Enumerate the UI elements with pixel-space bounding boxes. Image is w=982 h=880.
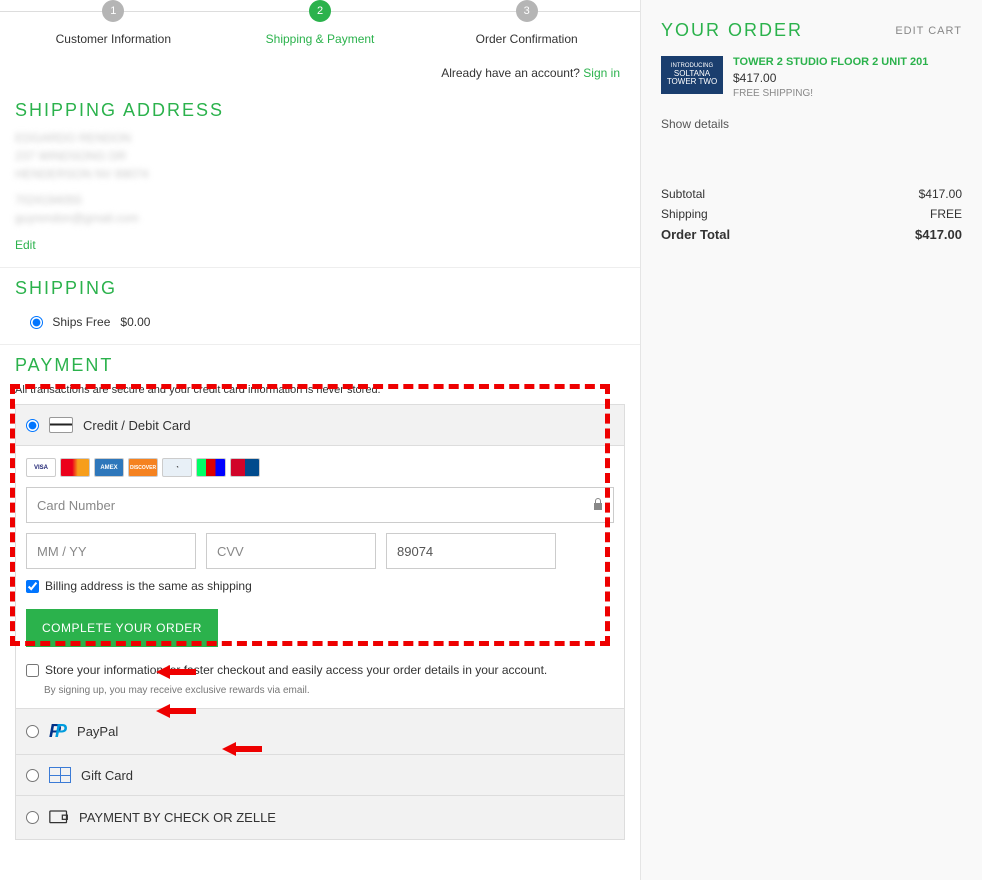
card-number-input[interactable] bbox=[26, 487, 614, 523]
billing-same-checkbox[interactable] bbox=[26, 580, 39, 593]
shipping-heading: SHIPPING bbox=[0, 268, 640, 307]
show-details-toggle[interactable]: Show details bbox=[661, 117, 962, 131]
expiry-input[interactable] bbox=[26, 533, 196, 569]
payment-radio-giftcard[interactable] bbox=[26, 769, 39, 782]
accepted-cards: VISA AMEX DISCOVER ◔ bbox=[26, 458, 614, 477]
amex-icon: AMEX bbox=[94, 458, 124, 477]
product-price: $417.00 bbox=[733, 71, 928, 85]
payment-heading: PAYMENT bbox=[0, 345, 640, 384]
shipping-address-heading: SHIPPING ADDRESS bbox=[0, 90, 640, 129]
jcb-icon bbox=[196, 458, 226, 477]
complete-order-button[interactable]: COMPLETE YOUR ORDER bbox=[26, 609, 218, 647]
shipping-address-block: EDGARDO RENDON 237 WINDSONG DR HENDERSON… bbox=[0, 129, 640, 237]
product-shipping-note: FREE SHIPPING! bbox=[733, 88, 928, 99]
shipping-row: ShippingFREE bbox=[661, 207, 962, 221]
gift-card-icon bbox=[49, 767, 71, 783]
step-customer-info[interactable]: 1 Customer Information bbox=[10, 0, 217, 46]
payment-methods: Credit / Debit Card VISA AMEX DISCOVER ◔ bbox=[15, 404, 625, 840]
visa-icon: VISA bbox=[26, 458, 56, 477]
cart-line-item: INTRODUCING SOLTANA TOWER TWO TOWER 2 ST… bbox=[661, 56, 962, 109]
payment-method-paypal[interactable]: PP PayPal bbox=[16, 708, 624, 754]
unionpay-icon bbox=[230, 458, 260, 477]
step-order-confirmation[interactable]: 3 Order Confirmation bbox=[423, 0, 630, 46]
subtotal-row: Subtotal$417.00 bbox=[661, 187, 962, 201]
checkout-steps: 1 Customer Information 2 Shipping & Paym… bbox=[0, 0, 640, 46]
lock-icon bbox=[592, 497, 604, 514]
discover-icon: DISCOVER bbox=[128, 458, 158, 477]
payment-method-giftcard[interactable]: Gift Card bbox=[16, 754, 624, 795]
credit-card-icon bbox=[49, 417, 73, 433]
order-summary-sidebar: YOUR ORDER EDIT CART INTRODUCING SOLTANA… bbox=[640, 0, 982, 880]
payment-radio-check[interactable] bbox=[26, 811, 39, 824]
paypal-icon: PP bbox=[49, 721, 67, 742]
store-info-checkbox[interactable] bbox=[26, 664, 39, 677]
your-order-heading: YOUR ORDER bbox=[661, 20, 803, 41]
payment-security-note: All transactions are secure and your cre… bbox=[0, 384, 640, 404]
shipping-radio-free[interactable] bbox=[30, 316, 43, 329]
step-shipping-payment[interactable]: 2 Shipping & Payment bbox=[217, 0, 424, 46]
payment-radio-paypal[interactable] bbox=[26, 725, 39, 738]
zip-input[interactable] bbox=[386, 533, 556, 569]
cvv-input[interactable] bbox=[206, 533, 376, 569]
product-thumbnail: INTRODUCING SOLTANA TOWER TWO bbox=[661, 56, 723, 94]
product-name[interactable]: TOWER 2 STUDIO FLOOR 2 UNIT 201 bbox=[733, 56, 928, 68]
payment-method-check-zelle[interactable]: PAYMENT BY CHECK OR ZELLE bbox=[16, 795, 624, 839]
order-total-row: Order Total$417.00 bbox=[661, 227, 962, 242]
payment-radio-credit[interactable] bbox=[26, 419, 39, 432]
edit-address-link[interactable]: Edit bbox=[0, 238, 51, 252]
edit-cart-link[interactable]: EDIT CART bbox=[895, 25, 962, 37]
signin-link[interactable]: Sign in bbox=[583, 66, 620, 80]
diners-icon: ◔ bbox=[162, 458, 192, 477]
mastercard-icon bbox=[60, 458, 90, 477]
payment-method-credit-header[interactable]: Credit / Debit Card bbox=[16, 405, 624, 445]
shipping-option-free[interactable]: Ships Free $0.00 bbox=[0, 307, 640, 329]
credit-card-form: VISA AMEX DISCOVER ◔ bbox=[16, 445, 624, 708]
wallet-icon bbox=[49, 808, 69, 827]
signin-prompt: Already have an account? Sign in bbox=[0, 46, 640, 90]
